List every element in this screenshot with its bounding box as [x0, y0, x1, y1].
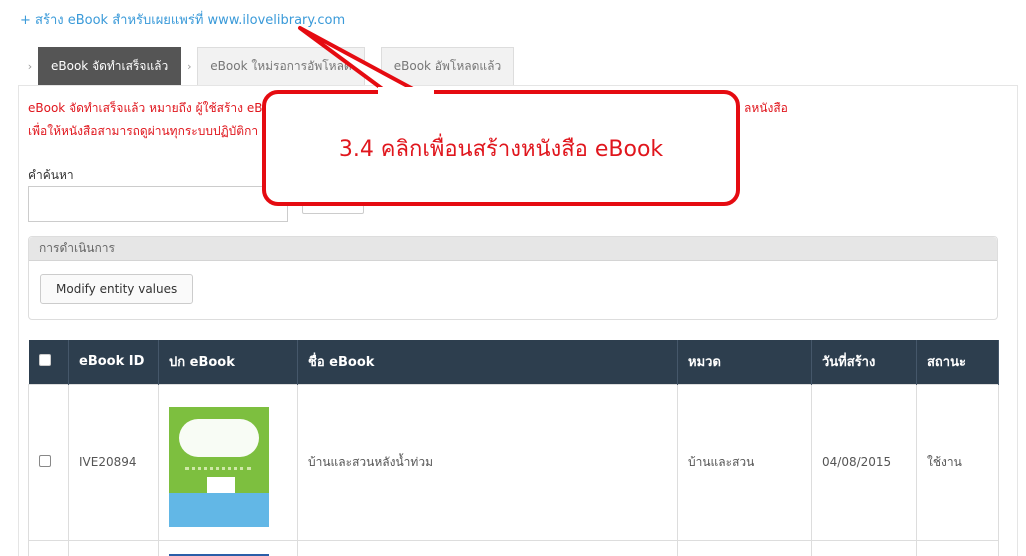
header-status[interactable]: สถานะ: [916, 340, 999, 384]
instruction-callout: 3.4 คลิกเพื่อนสร้างหนังสือ eBook: [262, 90, 740, 206]
chevron-right-icon: ›: [187, 59, 192, 73]
cell-title: บ้านและสวนหลังน้ำท่วม: [297, 383, 678, 541]
modify-entity-values-button[interactable]: Modify entity values: [40, 274, 194, 304]
table-row: IVE20894 บ้านและสวนหลังน้ำท่วม บ้านและสว…: [28, 383, 999, 541]
header-ebook-id[interactable]: eBook ID: [68, 340, 159, 384]
cell-cover: [158, 383, 298, 541]
operations-header: การดำเนินการ: [29, 237, 997, 261]
description-line-1: eBook จัดทำเสร็จแล้ว หมายถึง ผู้ใช้สร้าง…: [28, 101, 263, 115]
header-created-date[interactable]: วันที่สร้าง: [811, 340, 917, 384]
header-cover: ปก eBook: [158, 340, 298, 384]
cell-ebook-id: IVE20894: [68, 383, 159, 541]
header-title[interactable]: ชื่อ eBook: [297, 340, 678, 384]
callout-text: 3.4 คลิกเพื่อนสร้างหนังสือ eBook: [338, 136, 664, 162]
search-input[interactable]: [28, 186, 288, 222]
ebook-table: eBook ID ปก eBook ชื่อ eBook หมวด วันที่…: [28, 340, 999, 556]
description-line-2: เพื่อให้หนังสือสามารถดูผ่านทุกระบบปฏิบัต…: [28, 124, 259, 138]
search-label: คำค้นหา: [28, 168, 74, 182]
tab-ebook-uploaded[interactable]: eBook อัพโหลดแล้ว: [380, 47, 515, 85]
operations-panel: การดำเนินการ Modify entity values: [28, 236, 998, 320]
table-header-row: eBook ID ปก eBook ชื่อ eBook หมวด วันที่…: [28, 340, 999, 384]
tab-bar: › eBook จัดทำเสร็จแล้ว › eBook ใหม่รอการ…: [22, 47, 515, 85]
row-checkbox[interactable]: [39, 454, 51, 467]
cell-created-date: 04/08/2015: [811, 383, 917, 541]
header-category[interactable]: หมวด: [677, 340, 812, 384]
chevron-right-icon: ›: [27, 59, 33, 73]
select-all-checkbox[interactable]: [38, 353, 51, 366]
cell-category: บ้านและสวน: [677, 383, 812, 541]
create-ebook-link[interactable]: + สร้าง eBook สำหรับเผยแพร่ที่ www.ilove…: [20, 9, 345, 30]
select-all-cell: [28, 340, 69, 384]
ebook-cover-image[interactable]: [169, 397, 269, 527]
row-select-cell: [28, 383, 69, 541]
tab-ebook-pending-upload[interactable]: eBook ใหม่รอการอัพโหลด: [197, 47, 365, 85]
description-line-1-end: ลหนังสือ: [744, 101, 788, 115]
tab-ebook-completed[interactable]: eBook จัดทำเสร็จแล้ว: [38, 47, 182, 85]
table-row: [28, 539, 999, 556]
cell-status: ใช้งาน: [916, 383, 999, 541]
chevron-right-icon: ›: [370, 59, 375, 73]
